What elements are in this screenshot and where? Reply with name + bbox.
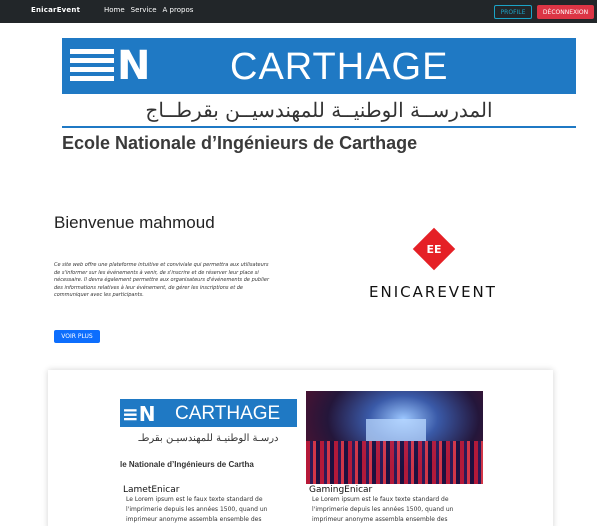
top-navbar: EnicarEvent Home Service A propos PROFIL…: [0, 0, 597, 23]
mini-logo-word: CARTHAGE: [175, 403, 281, 424]
event-card-image: [306, 391, 483, 484]
gaming-arena-photo: [306, 391, 483, 484]
event-card-text: Le Lorem ipsum est le faux texte standar…: [312, 496, 454, 523]
event-card-lametenicar[interactable]: ≡N CARTHAGE درسـة الوطنيـة للمهندسيـن بق…: [120, 391, 297, 526]
mini-logo-banner: ≡N CARTHAGE: [120, 399, 297, 427]
nav-links: Home Service A propos: [104, 6, 193, 14]
logo-french-text: Ecole Nationale d’Ingénieurs de Carthage: [62, 133, 418, 153]
school-logo-banner: N CARTHAGE: [62, 38, 576, 94]
logo-n-letter: N: [117, 43, 151, 89]
enicarevent-wordmark: ENICAREVENT: [369, 283, 497, 301]
ee-logo-badge: EE: [426, 242, 442, 256]
arena-stage: [366, 419, 426, 441]
event-card-gamingenicar[interactable]: GamingEnicar Le Lorem ipsum est le faux …: [306, 391, 483, 526]
event-card-image: ≡N CARTHAGE درسـة الوطنيـة للمهندسيـن بق…: [120, 391, 297, 484]
mini-logo-arabic: درسـة الوطنيـة للمهندسيـن بقرطـ: [138, 433, 279, 444]
nav-link-apropos[interactable]: A propos: [163, 6, 194, 14]
see-more-button[interactable]: VOIR PLUS: [54, 330, 100, 343]
logo-main-word: CARTHAGE: [230, 46, 449, 88]
event-card-text: Le Lorem ipsum est le faux texte standar…: [126, 496, 268, 523]
site-description: Ce site web offre une plateforme intuiti…: [54, 262, 270, 299]
nav-link-service[interactable]: Service: [131, 6, 157, 14]
profile-button[interactable]: PROFILE: [494, 5, 532, 19]
mini-logo-n: ≡N: [122, 402, 156, 426]
logo-divider: [62, 126, 576, 128]
logout-button[interactable]: DÉCONNEXION: [537, 5, 594, 19]
arena-crowd: [306, 441, 483, 484]
welcome-heading: Bienvenue mahmoud: [54, 213, 215, 232]
logo-stripes: [70, 49, 114, 81]
event-card-title: GamingEnicar: [309, 485, 373, 495]
logo-arabic-text: المدرســة الوطنيــة للمهندسيــن بقرطــاج: [145, 98, 493, 122]
mini-logo-french: le Nationale d’Ingénieurs de Cartha: [120, 460, 254, 469]
nav-link-home[interactable]: Home: [104, 6, 125, 14]
event-card-title: LametEnicar: [123, 485, 180, 495]
navbar-brand[interactable]: EnicarEvent: [31, 6, 80, 14]
